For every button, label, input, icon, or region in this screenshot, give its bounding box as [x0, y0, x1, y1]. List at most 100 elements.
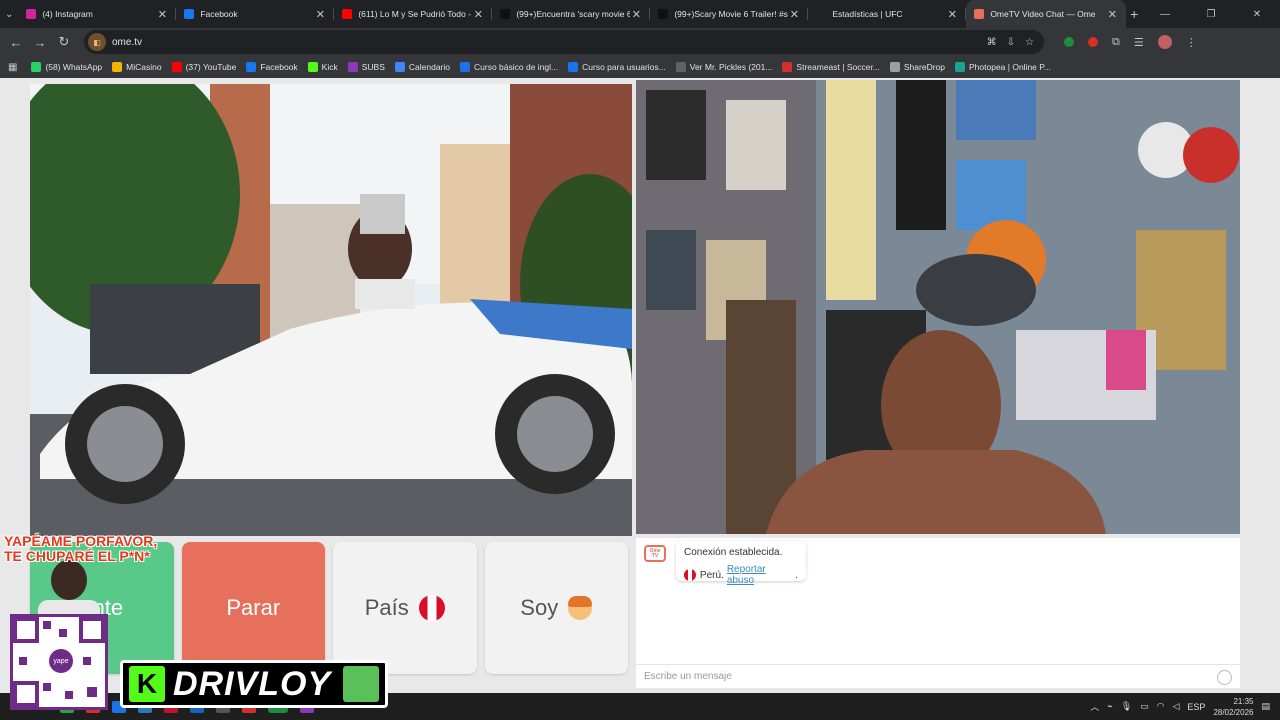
maximize-button[interactable]: ❐ [1188, 9, 1234, 20]
bookmark-item[interactable]: Facebook [246, 62, 298, 72]
bookmark-item[interactable]: SUBS [347, 62, 385, 72]
bookmark-label: Calendario [408, 62, 451, 72]
message-input[interactable]: Escribe un mensaje [636, 664, 1240, 688]
ometv-icon [974, 9, 985, 19]
window-controls: — ❐ ✕ [1142, 9, 1280, 20]
tab-title: Estadísticas | UFC [832, 9, 903, 19]
tiktok-icon [500, 9, 511, 19]
partner-country: Perú. [699, 569, 724, 581]
course-icon [460, 62, 471, 72]
clock-time: 21:35 [1233, 696, 1254, 706]
apps-grid-icon[interactable]: ▦ [8, 62, 17, 73]
bookmark-label: SUBS [361, 62, 385, 72]
bookmark-item[interactable]: Streameast | Soccer... [782, 62, 880, 72]
back-button[interactable]: ← [4, 30, 28, 54]
tray-chevron-icon[interactable]: ︿ [1090, 700, 1099, 713]
gender-button[interactable]: Soy [484, 542, 628, 674]
bookmark-label: Facebook [260, 62, 298, 72]
kick-icon [307, 62, 318, 72]
profile-avatar[interactable] [1157, 35, 1172, 49]
bookmark-item[interactable]: Photopea | Online P... [955, 62, 1051, 72]
bookmark-item[interactable]: Curso básico de ingl... [460, 62, 558, 72]
tab-title: Facebook [200, 9, 238, 19]
tv-icon [675, 62, 686, 72]
streamer-name: DRIVLOY [173, 664, 332, 703]
remote-video [636, 80, 1240, 534]
tab-close-icon[interactable]: ✕ [472, 8, 484, 21]
bookmark-item[interactable]: Kick [307, 62, 338, 72]
close-window-button[interactable]: ✕ [1234, 9, 1280, 20]
record-extension-icon[interactable] [1088, 37, 1098, 47]
overlay-message: YAPÉAME PORFAVOR, TE CHUPARÉ EL P*N* [4, 534, 157, 564]
ometv-logo-text: Ome TV [649, 547, 661, 559]
menu-kebab-icon[interactable]: ⋮ [1186, 36, 1197, 49]
clock-date: 28/02/2026 [1213, 707, 1254, 717]
emoji-picker-icon[interactable] [1217, 670, 1232, 685]
install-icon[interactable]: ⇩ [1007, 37, 1015, 48]
bookmark-item[interactable]: ShareDrop [889, 62, 945, 72]
overlay-line-1: YAPÉAME PORFAVOR, [4, 533, 158, 549]
bookmark-star-icon[interactable]: ☆ [1025, 37, 1034, 48]
bookmark-label: Curso para usuarios... [582, 62, 666, 72]
bookmark-item[interactable]: Calendario [394, 62, 451, 72]
translate-icon[interactable]: ⌘ [987, 37, 997, 48]
report-abuse-link[interactable]: Reportar abuso [727, 564, 795, 586]
bookmark-item[interactable]: MiCasino [112, 62, 162, 72]
address-bar[interactable]: ◧ ome.tv ⌘ ⇩ ☆ [84, 30, 1044, 54]
subs-icon [347, 62, 358, 72]
tab-title: OmeTV Video Chat — Ome [990, 9, 1096, 19]
browser-tab[interactable]: OmeTV Video Chat — Ome ✕ [966, 0, 1127, 28]
clock[interactable]: 21:35 28/02/2026 [1213, 696, 1253, 718]
reading-list-icon[interactable]: ☰ [1134, 36, 1144, 49]
notifications-icon[interactable]: ▤ [1261, 701, 1270, 712]
language-indicator[interactable]: ESP [1187, 702, 1205, 712]
bookmark-item[interactable]: (37) YouTube [171, 62, 237, 72]
bookmark-label: (37) YouTube [185, 62, 237, 72]
tab-title: (4) Instagram [42, 9, 93, 19]
bookmark-label: Curso básico de ingl... [474, 62, 559, 72]
browser-tab[interactable]: (99+)Encuentra 'scary movie 6' ✕ [492, 0, 651, 28]
tab-close-icon[interactable]: ✕ [788, 8, 800, 21]
mic-icon[interactable]: 🎙 [1121, 701, 1132, 712]
tab-close-icon[interactable]: ✕ [1106, 8, 1118, 21]
tab-close-icon[interactable]: ✕ [156, 8, 168, 21]
bookmark-item[interactable]: Ver Mr. Pickles (201... [675, 62, 772, 72]
tab-strip: ⌄ (4) Instagram ✕ Facebook ✕ (611) Lo M y Se… [0, 0, 1280, 28]
browser-tab[interactable]: Facebook ✕ [176, 0, 335, 28]
browser-tab[interactable]: Estadísticas | UFC ✕ [808, 0, 967, 28]
boy-emoji-icon [568, 596, 593, 620]
site-info-icon[interactable]: ◧ [88, 33, 106, 51]
new-tab-button[interactable]: + [1126, 6, 1142, 22]
omnibox-actions: ⌘ ⇩ ☆ [987, 37, 1044, 48]
bookmark-item[interactable]: (58) WhatsApp [31, 62, 102, 72]
bookmark-label: ShareDrop [903, 62, 945, 72]
bookmark-list: (58) WhatsApp MiCasino (37) YouTube Faceboo… [31, 62, 1060, 72]
battery-icon[interactable]: ▭ [1140, 701, 1149, 712]
wifi-icon[interactable]: ◠ [1157, 701, 1165, 712]
tab-search-button[interactable]: ⌄ [0, 0, 18, 28]
local-video [30, 84, 632, 536]
forward-button[interactable]: → [28, 30, 52, 54]
yape-qr-code: yape [10, 614, 108, 710]
url-text: ome.tv [112, 36, 143, 48]
bookmark-item[interactable]: Curso para usuarios... [568, 62, 666, 72]
tab-close-icon[interactable]: ✕ [314, 8, 326, 21]
peru-flag-icon [418, 595, 445, 621]
tiktok-icon [658, 9, 669, 19]
tab-close-icon[interactable]: ✕ [946, 8, 958, 21]
tab-close-icon[interactable]: ✕ [630, 8, 642, 21]
adblock-extension-icon[interactable] [1064, 37, 1074, 47]
reload-button[interactable]: ↻ [52, 30, 76, 54]
browser-tab[interactable]: (99+)Scary Movie 6 Trailer! #sc ✕ [650, 0, 809, 28]
network-icon[interactable]: ⌁ [1107, 701, 1112, 712]
volume-icon[interactable]: ◁ [1173, 701, 1180, 712]
kick-letter: K [136, 668, 158, 699]
overlay-line-2: TE CHUPARÉ EL P*N* [4, 548, 150, 564]
extensions-puzzle-icon[interactable]: ⧉ [1112, 36, 1120, 49]
minimize-button[interactable]: — [1142, 9, 1188, 20]
tab-title: (99+)Encuentra 'scary movie 6' [516, 9, 631, 19]
bookmark-label: Kick [321, 62, 338, 72]
browser-tab[interactable]: (4) Instagram ✕ [18, 0, 177, 28]
browser-tab[interactable]: (611) Lo M y Se Pudrió Todo - ✕ [334, 0, 493, 28]
gender-label: Soy [520, 595, 559, 620]
